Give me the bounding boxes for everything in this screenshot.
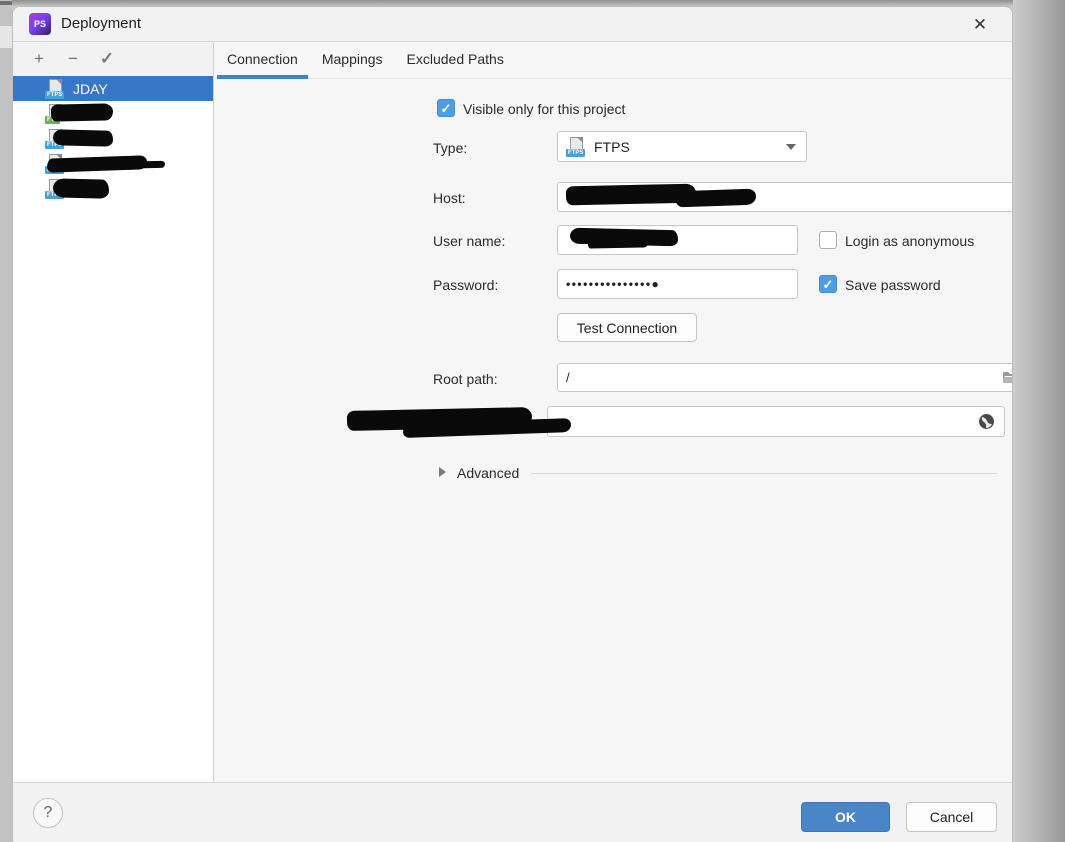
- phpstorm-logo-icon: PS: [29, 13, 51, 35]
- add-server-icon[interactable]: +: [29, 49, 49, 69]
- set-default-server-icon[interactable]: ✓: [97, 49, 117, 69]
- tab-mappings[interactable]: Mappings: [310, 42, 395, 79]
- redaction-scribble: [53, 129, 113, 146]
- visible-only-checkbox[interactable]: ✓: [437, 99, 455, 117]
- background-window-fragment: [0, 26, 12, 48]
- ok-button[interactable]: OK: [801, 802, 890, 832]
- redaction-scribble: [676, 189, 757, 208]
- host-label: Host:: [433, 190, 466, 206]
- redaction-scribble: [588, 238, 648, 248]
- root-path-label: Root path:: [433, 371, 498, 387]
- login-anonymous-label: Login as anonymous: [845, 233, 974, 249]
- dialog-footer: ? OK Cancel: [13, 782, 1012, 842]
- server-name: JDAY: [73, 81, 108, 97]
- remove-server-icon[interactable]: −: [63, 49, 83, 69]
- advanced-expander-icon[interactable]: [439, 467, 446, 477]
- test-connection-button[interactable]: Test Connection: [557, 313, 697, 342]
- browse-folder-icon[interactable]: [1002, 369, 1013, 385]
- password-input[interactable]: •••••••••••••••●: [557, 269, 798, 299]
- web-server-url-input[interactable]: [547, 406, 1005, 437]
- ftps-type-icon: FTPS: [566, 137, 588, 157]
- password-masked-value: •••••••••••••••●: [566, 277, 660, 291]
- login-anonymous-checkbox[interactable]: [819, 231, 837, 249]
- dialog-titlebar: PS Deployment ✕: [13, 7, 1012, 42]
- type-label: Type:: [433, 140, 467, 156]
- user-name-input[interactable]: [557, 225, 798, 255]
- tab-excluded-paths[interactable]: Excluded Paths: [395, 42, 516, 79]
- advanced-label[interactable]: Advanced: [457, 465, 519, 481]
- host-input[interactable]: [557, 182, 1013, 212]
- password-label: Password:: [433, 277, 498, 293]
- help-icon[interactable]: ?: [33, 798, 63, 828]
- server-item[interactable]: FTPS: [13, 126, 213, 151]
- deployment-dialog: PS Deployment ✕ + − ✓ FTPS JDAY FTP: [12, 6, 1013, 842]
- server-item[interactable]: FTPS: [13, 176, 213, 201]
- server-list-panel: + − ✓ FTPS JDAY FTP: [13, 42, 214, 783]
- redaction-scribble: [141, 161, 165, 169]
- tab-connection[interactable]: Connection: [215, 42, 310, 79]
- root-path-input[interactable]: /: [557, 363, 1013, 392]
- background-window-fragment: [0, 1, 12, 5]
- server-item[interactable]: FTPS: [13, 151, 213, 176]
- type-value: FTPS: [594, 139, 630, 155]
- server-item-selected[interactable]: FTPS JDAY: [13, 76, 213, 101]
- redaction-scribble: [51, 103, 113, 121]
- chevron-down-icon: [786, 144, 796, 150]
- save-password-checkbox[interactable]: ✓: [819, 275, 837, 293]
- ftps-server-icon: FTPS: [45, 79, 67, 99]
- visible-only-label: Visible only for this project: [463, 101, 625, 117]
- desktop-left-strip: [0, 0, 12, 842]
- cancel-button[interactable]: Cancel: [906, 802, 997, 832]
- server-item[interactable]: FTP: [13, 101, 213, 126]
- redaction-scribble: [53, 178, 109, 198]
- redaction-scribble: [47, 155, 147, 172]
- dialog-title: Deployment: [61, 15, 141, 32]
- save-password-label: Save password: [845, 277, 941, 293]
- open-in-browser-globe-icon[interactable]: [978, 413, 995, 430]
- advanced-separator: [531, 473, 998, 474]
- tab-bar: Connection Mappings Excluded Paths: [215, 42, 1013, 79]
- user-name-label: User name:: [433, 233, 505, 249]
- server-list-toolbar: + − ✓: [13, 42, 213, 76]
- server-list: FTPS JDAY FTP FTPS: [13, 76, 213, 201]
- close-icon[interactable]: ✕: [968, 13, 992, 37]
- desktop-right-strip: [1013, 0, 1065, 842]
- type-dropdown[interactable]: FTPS FTPS: [557, 131, 807, 162]
